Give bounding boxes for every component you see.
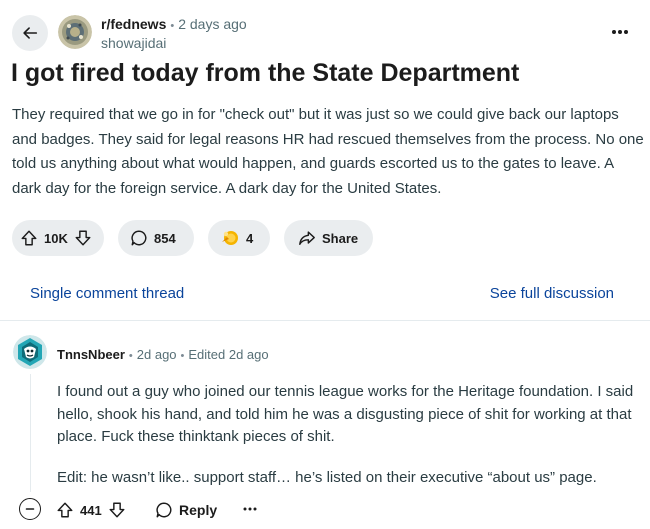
comment-edited: Edited 2d ago [188,347,269,362]
downvote-icon[interactable] [74,229,92,247]
comment-actions: 441 Reply [0,496,650,524]
comment-paragraph: Edit: he wasn’t like.. support staff… he… [57,468,597,486]
single-comment-thread-link[interactable]: Single comment thread [30,285,184,302]
separator-dot: • [180,350,185,362]
subreddit-avatar[interactable] [58,15,92,49]
more-icon [612,30,628,34]
award-icon [222,231,238,245]
comment-meta: TnnsNbeer • 2d ago • Edited 2d ago [57,347,269,362]
post-header: r/fednews • 2 days ago showajidai [0,0,650,60]
avatar[interactable] [13,335,47,369]
thread-line[interactable] [30,374,31,492]
comment-author[interactable]: TnnsNbeer [57,347,125,362]
collapse-icon [25,508,35,510]
post-author[interactable]: showajidai [101,35,166,51]
comment-time: 2d ago [136,347,177,362]
post-time: 2 days ago [178,16,247,32]
comment-icon [156,502,172,518]
separator-dot: • [170,20,175,32]
post-body: They required that we go in for "check o… [12,106,644,197]
subreddit-name[interactable]: r/fednews [101,16,166,32]
thread-navigation: Single comment thread See full discussio… [0,285,650,309]
comment-count: 854 [154,230,176,246]
collapse-button[interactable] [19,498,41,520]
post-more-button[interactable] [606,20,634,44]
comment-paragraph: I found out a guy who joined our tennis … [57,383,634,445]
back-arrow-icon [23,27,38,39]
award-button[interactable]: 4 [208,220,270,256]
comment-body: I found out a guy who joined our tennis … [57,381,637,489]
post-title: I got fired today from the State Departm… [11,59,520,87]
vote-pill: 10K [12,220,104,256]
comment-vote-count: 441 [80,502,102,518]
separator-dot: • [128,350,133,362]
comment-icon [131,230,147,246]
back-button[interactable] [12,15,48,51]
reply-label: Reply [179,502,218,518]
comments-button[interactable]: 854 [118,220,194,256]
comment-more-button[interactable] [240,502,260,516]
share-button[interactable]: Share [284,220,373,256]
share-icon [299,231,315,246]
vote-count: 10K [44,230,68,246]
divider [0,320,650,321]
downvote-icon[interactable] [108,501,126,519]
award-count: 4 [246,230,254,246]
share-label: Share [322,230,359,246]
post-meta: r/fednews • 2 days ago [101,16,247,32]
see-full-discussion-link[interactable]: See full discussion [490,285,614,302]
upvote-icon[interactable] [20,229,38,247]
reply-button[interactable]: Reply [155,499,217,521]
upvote-icon[interactable] [56,501,74,519]
more-icon [243,507,257,511]
comment-vote: 441 [56,499,126,521]
